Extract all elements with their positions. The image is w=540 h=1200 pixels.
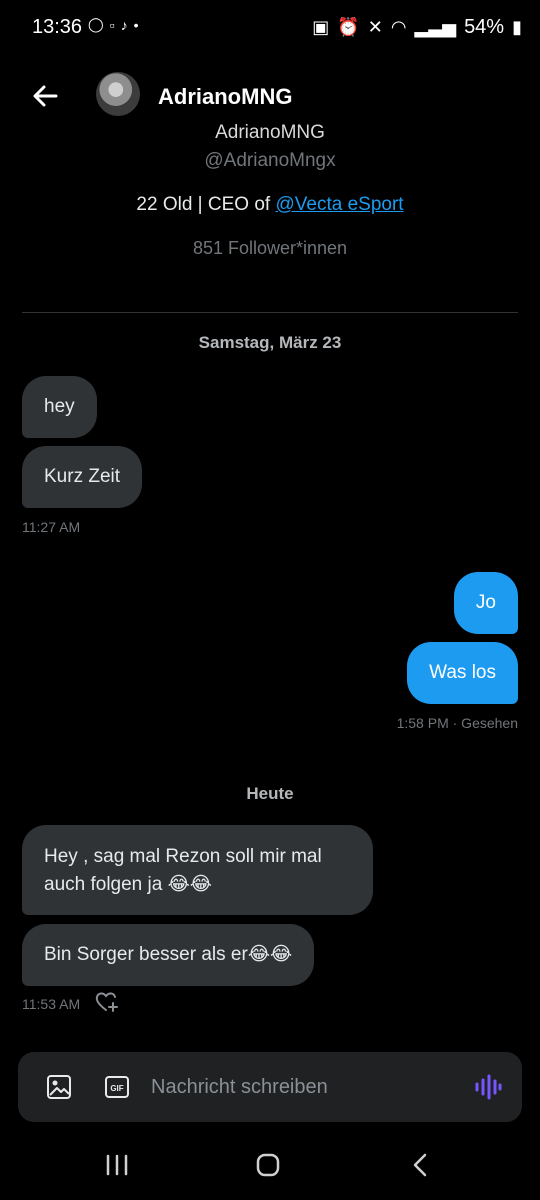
message-outgoing[interactable]: Was los (407, 642, 518, 704)
back-button[interactable] (28, 78, 64, 114)
arrow-left-icon (33, 85, 58, 107)
wifi-icon: ◠ (390, 17, 407, 37)
chevron-left-icon (413, 1153, 427, 1177)
system-navigation-bar (0, 1130, 540, 1200)
avatar[interactable] (96, 72, 140, 116)
profile-name: AdrianoMNG (215, 122, 325, 143)
signal-icon: ▂▃▅ (414, 17, 457, 37)
profile-summary: AdrianoMNG @AdrianoMngx 22 Old | CEO of … (0, 120, 540, 259)
notification-icons: ◯ ▫ ♪ • (88, 16, 139, 33)
message-timestamp: 11:53 AM (22, 996, 81, 1012)
home-button[interactable] (251, 1148, 285, 1182)
home-icon (256, 1153, 280, 1177)
dot-icon: • (133, 16, 139, 33)
message-outgoing[interactable]: Jo (453, 572, 518, 634)
gif-button[interactable]: GIF (104, 1074, 130, 1100)
message-incoming[interactable]: hey (22, 376, 97, 438)
battery-saver-icon: ▣ (312, 17, 330, 37)
bio-text: 22 Old | CEO of (136, 194, 276, 215)
whatsapp-icon: ◯ (88, 16, 104, 32)
profile-bio: 22 Old | CEO of @Vecta eSport (0, 194, 540, 216)
message-incoming[interactable]: Hey , sag mal Rezon soll mir mal auch fo… (22, 825, 373, 915)
voice-message-button[interactable] (474, 1074, 502, 1100)
date-separator: Heute (246, 784, 294, 803)
battery-percent: 54% (464, 16, 505, 38)
status-bar: 13:36 ◯ ▫ ♪ • ▣ ⏰ ✕ ◠ ▂▃▅ 54% ▮ (0, 0, 540, 56)
alarm-icon: ⏰ (337, 17, 360, 37)
message-composer: GIF Nachricht schreiben (18, 1052, 522, 1122)
message-timestamp: 11:27 AM (22, 519, 81, 535)
image-icon (47, 1075, 71, 1099)
audio-wave-icon (475, 1074, 502, 1100)
profile-handle: @AdrianoMngx (204, 150, 336, 171)
divider (22, 312, 518, 313)
status-time: 13:36 (32, 16, 83, 38)
react-button[interactable] (94, 990, 120, 1014)
mute-icon: ✕ (367, 17, 383, 37)
date-separator: Samstag, März 23 (198, 333, 342, 352)
gif-label: GIF (110, 1084, 123, 1093)
battery-icon: ▮ (512, 17, 522, 37)
recent-apps-button[interactable] (100, 1148, 134, 1182)
image-button[interactable] (46, 1074, 72, 1100)
message-input[interactable]: Nachricht schreiben (151, 1076, 328, 1099)
back-nav-button[interactable] (404, 1148, 438, 1182)
recent-apps-icon (106, 1154, 128, 1176)
heart-plus-icon (95, 992, 118, 1012)
bio-mention-link[interactable]: @Vecta eSport (275, 194, 403, 215)
message-incoming[interactable]: Kurz Zeit (22, 446, 143, 508)
message-timestamp-seen: 1:58 PM · Gesehen (396, 715, 518, 731)
message-incoming[interactable]: Bin Sorger besser als er😂😂 (22, 924, 315, 986)
gif-icon: GIF (105, 1076, 129, 1098)
follower-count[interactable]: 851 Follower*innen (0, 238, 540, 259)
chat-title[interactable]: AdrianoMNG (158, 84, 292, 110)
tiktok-icon: ♪ (120, 16, 128, 33)
app-notification-icon: ▫ (109, 16, 115, 33)
system-icons: ▣ ⏰ ✕ ◠ ▂▃▅ 54% ▮ (312, 16, 522, 39)
